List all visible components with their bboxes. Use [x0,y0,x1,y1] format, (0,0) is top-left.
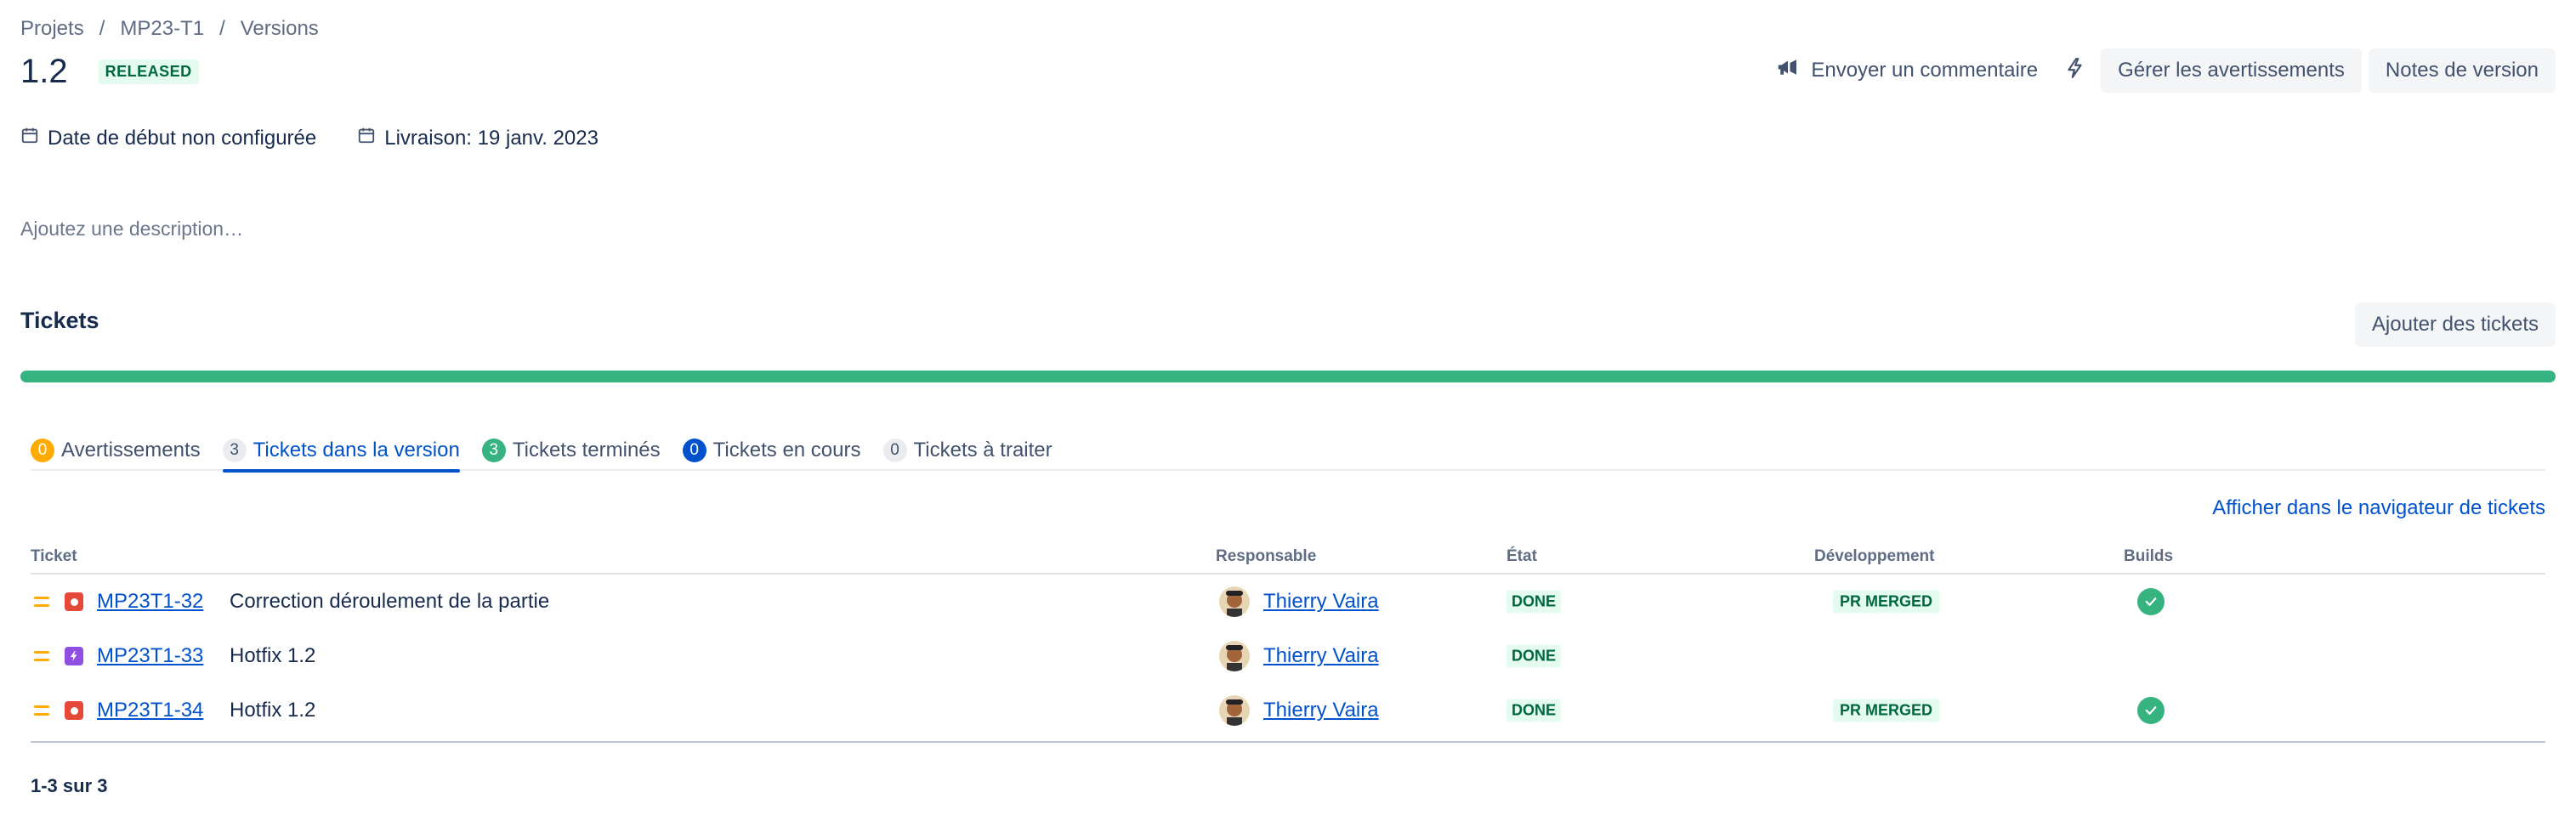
tab-label: Tickets à traiter [913,439,1053,461]
col-state[interactable]: État [1506,547,1537,566]
tab-label: Tickets terminés [512,439,661,461]
tab-count: 0 [31,439,54,462]
state-lozenge: DONE [1506,644,1562,668]
tab-to-do[interactable]: 0 Tickets à traiter [882,435,1053,471]
tickets-heading: Tickets [20,308,99,333]
assignee-name[interactable]: Thierry Vaira [1263,699,1379,722]
tab-label: Tickets en cours [712,439,861,461]
release-notes-button[interactable]: Notes de version [2368,48,2556,93]
state-lozenge: DONE [1506,590,1562,614]
breadcrumb-separator: / [219,17,225,40]
tab-count: 3 [481,439,506,462]
table-row[interactable]: MP23T1-32 Correction déroulement de la p… [31,575,2545,629]
pagination-summary: 1-3 sur 3 [31,775,108,796]
avatar [1219,641,1250,671]
priority-medium-icon [34,705,49,716]
release-date-label: Livraison: 19 janv. 2023 [384,126,599,150]
ticket-key[interactable]: MP23T1-32 [97,590,203,614]
build-success-icon[interactable] [2137,588,2165,615]
col-assignee[interactable]: Responsable [1216,547,1316,566]
bug-icon [65,701,83,720]
calendar-icon [357,126,376,150]
tab-count: 0 [882,439,907,462]
version-header: 1.2 RELEASED [20,53,199,91]
status-badge: RELEASED [98,59,199,84]
table-row[interactable]: MP23T1-34 Hotfix 1.2 Thierry Vaira DONE … [31,683,2545,738]
col-development[interactable]: Développement [1814,547,1934,566]
tab-warnings[interactable]: 0 Avertissements [31,435,201,471]
ticket-key[interactable]: MP23T1-33 [97,644,203,668]
bug-icon [65,592,83,611]
col-builds[interactable]: Builds [2124,547,2173,566]
ticket-key[interactable]: MP23T1-34 [97,699,203,722]
tab-in-progress[interactable]: 0 Tickets en cours [682,435,861,471]
issue-navigator-link[interactable]: Afficher dans le navigateur de tickets [2212,496,2545,520]
table-header: Ticket Responsable État Développement Bu… [31,541,2545,575]
feedback-label: Envoyer un commentaire [1811,58,2039,82]
ticket-summary: Hotfix 1.2 [230,699,316,722]
ticket-summary: Correction déroulement de la partie [230,590,550,613]
breadcrumb-separator: / [99,17,105,40]
automation-button[interactable] [2057,50,2094,91]
header-actions: Envoyer un commentaire Gérer les avertis… [1763,46,2556,94]
table-row[interactable]: MP23T1-33 Hotfix 1.2 Thierry Vaira DONE [31,629,2545,683]
breadcrumb-projects[interactable]: Projets [20,17,84,41]
description-input[interactable]: Ajoutez une description… [20,218,243,241]
feedback-button[interactable]: Envoyer un commentaire [1763,46,2050,94]
breadcrumb-versions[interactable]: Versions [241,17,319,41]
release-date[interactable]: Livraison: 19 janv. 2023 [357,126,599,150]
start-date-label: Date de début non configurée [48,126,317,150]
start-date[interactable]: Date de début non configurée [20,126,316,150]
tab-label: Tickets dans la version [252,439,460,461]
dev-status-lozenge[interactable]: PR MERGED [1833,590,1940,614]
page-title: 1.2 [20,53,68,90]
tab-label: Avertissements [61,439,201,461]
ticket-tabs: 0 Avertissements 3 Tickets dans la versi… [31,435,2545,473]
version-dates: Date de début non configurée Livraison: … [20,126,599,150]
lightning-icon [2064,55,2086,85]
tab-count: 3 [222,439,247,462]
assignee-name[interactable]: Thierry Vaira [1263,590,1379,614]
tab-in-version[interactable]: 3 Tickets dans la version [222,435,461,473]
col-ticket[interactable]: Ticket [31,547,77,566]
tickets-table: Ticket Responsable État Développement Bu… [31,541,2545,743]
tab-count: 0 [682,439,706,462]
avatar [1219,695,1250,726]
lightning-type-icon [65,647,83,665]
manage-warnings-button[interactable]: Gérer les avertissements [2101,48,2362,93]
table-body: MP23T1-32 Correction déroulement de la p… [31,575,2545,743]
assignee-name[interactable]: Thierry Vaira [1263,644,1379,668]
progress-bar [20,371,2556,382]
priority-medium-icon [34,651,49,661]
tab-done[interactable]: 3 Tickets terminés [481,435,661,471]
state-lozenge: DONE [1506,699,1562,722]
priority-medium-icon [34,597,49,607]
breadcrumb: Projets / MP23-T1 / Versions [20,17,319,41]
build-success-icon[interactable] [2137,697,2165,724]
megaphone-icon [1775,54,1801,86]
dev-status-lozenge[interactable]: PR MERGED [1833,699,1940,722]
breadcrumb-project[interactable]: MP23-T1 [120,17,204,41]
avatar [1219,586,1250,617]
ticket-summary: Hotfix 1.2 [230,644,316,667]
calendar-icon [20,126,39,150]
add-tickets-button[interactable]: Ajouter des tickets [2354,303,2556,347]
